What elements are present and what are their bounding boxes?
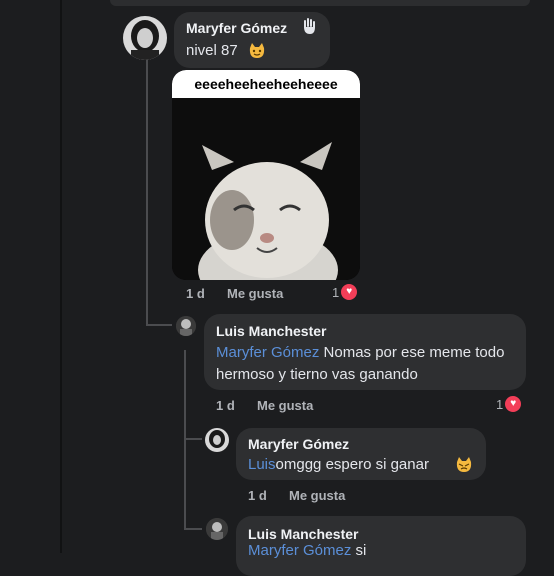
mention-link[interactable]: Maryfer Gómez <box>248 542 351 559</box>
comment-time: 1 d <box>216 398 235 413</box>
mention-link[interactable]: Luis <box>248 456 276 473</box>
avatar[interactable] <box>206 518 228 540</box>
avatar-image <box>205 428 229 452</box>
fan-badge-level: nivel 87 <box>186 42 238 59</box>
avatar[interactable] <box>123 16 167 60</box>
meme-image[interactable]: eeeeheeheeheeheeee <box>172 70 360 280</box>
thread-line <box>146 324 172 326</box>
thread-line <box>184 438 202 440</box>
cat-emoji-icon <box>455 456 473 479</box>
heart-reaction-icon: ♥ <box>341 284 358 300</box>
reaction-summary[interactable]: 1 ♥ <box>332 284 358 300</box>
thread-line <box>184 350 186 530</box>
like-button[interactable]: Me gusta <box>289 488 345 503</box>
avatar-image <box>123 16 167 60</box>
previous-comment-edge <box>110 0 530 6</box>
avatar[interactable] <box>176 316 196 336</box>
cat-emoji-icon <box>248 42 266 65</box>
thread-line <box>146 56 148 326</box>
avatar-image <box>176 316 196 336</box>
smiling-cat-image <box>172 98 360 280</box>
comment-time: 1 d <box>186 286 205 301</box>
mention-link[interactable]: Maryfer Gómez <box>216 344 319 361</box>
comment-body: omggg espero si ganar <box>275 456 429 473</box>
comment-body: si <box>355 542 367 559</box>
reaction-count: 1 <box>496 396 504 412</box>
heart-reaction-icon: ♥ <box>505 396 522 412</box>
comment-text: Maryfer Gómez si <box>248 540 366 562</box>
like-button[interactable]: Me gusta <box>257 398 313 413</box>
commenter-name[interactable]: Maryfer Gómez <box>248 436 349 452</box>
commenter-name[interactable]: Luis Manchester <box>216 323 326 339</box>
comment-time: 1 d <box>248 488 267 503</box>
commenter-name[interactable]: Maryfer Gómez <box>186 20 287 36</box>
reaction-summary[interactable]: 1 ♥ <box>496 396 522 412</box>
thread-guide-line <box>60 0 62 553</box>
avatar-image <box>206 518 228 540</box>
like-button[interactable]: Me gusta <box>227 286 283 301</box>
reaction-count: 1 <box>332 284 340 300</box>
avatar[interactable] <box>205 428 229 452</box>
wave-icon <box>300 17 318 40</box>
comment-text: Maryfer Gómez Nomas por ese meme todo he… <box>216 342 516 386</box>
thread-line <box>184 528 202 530</box>
comment-text: Luisomggg espero si ganar <box>248 454 429 476</box>
